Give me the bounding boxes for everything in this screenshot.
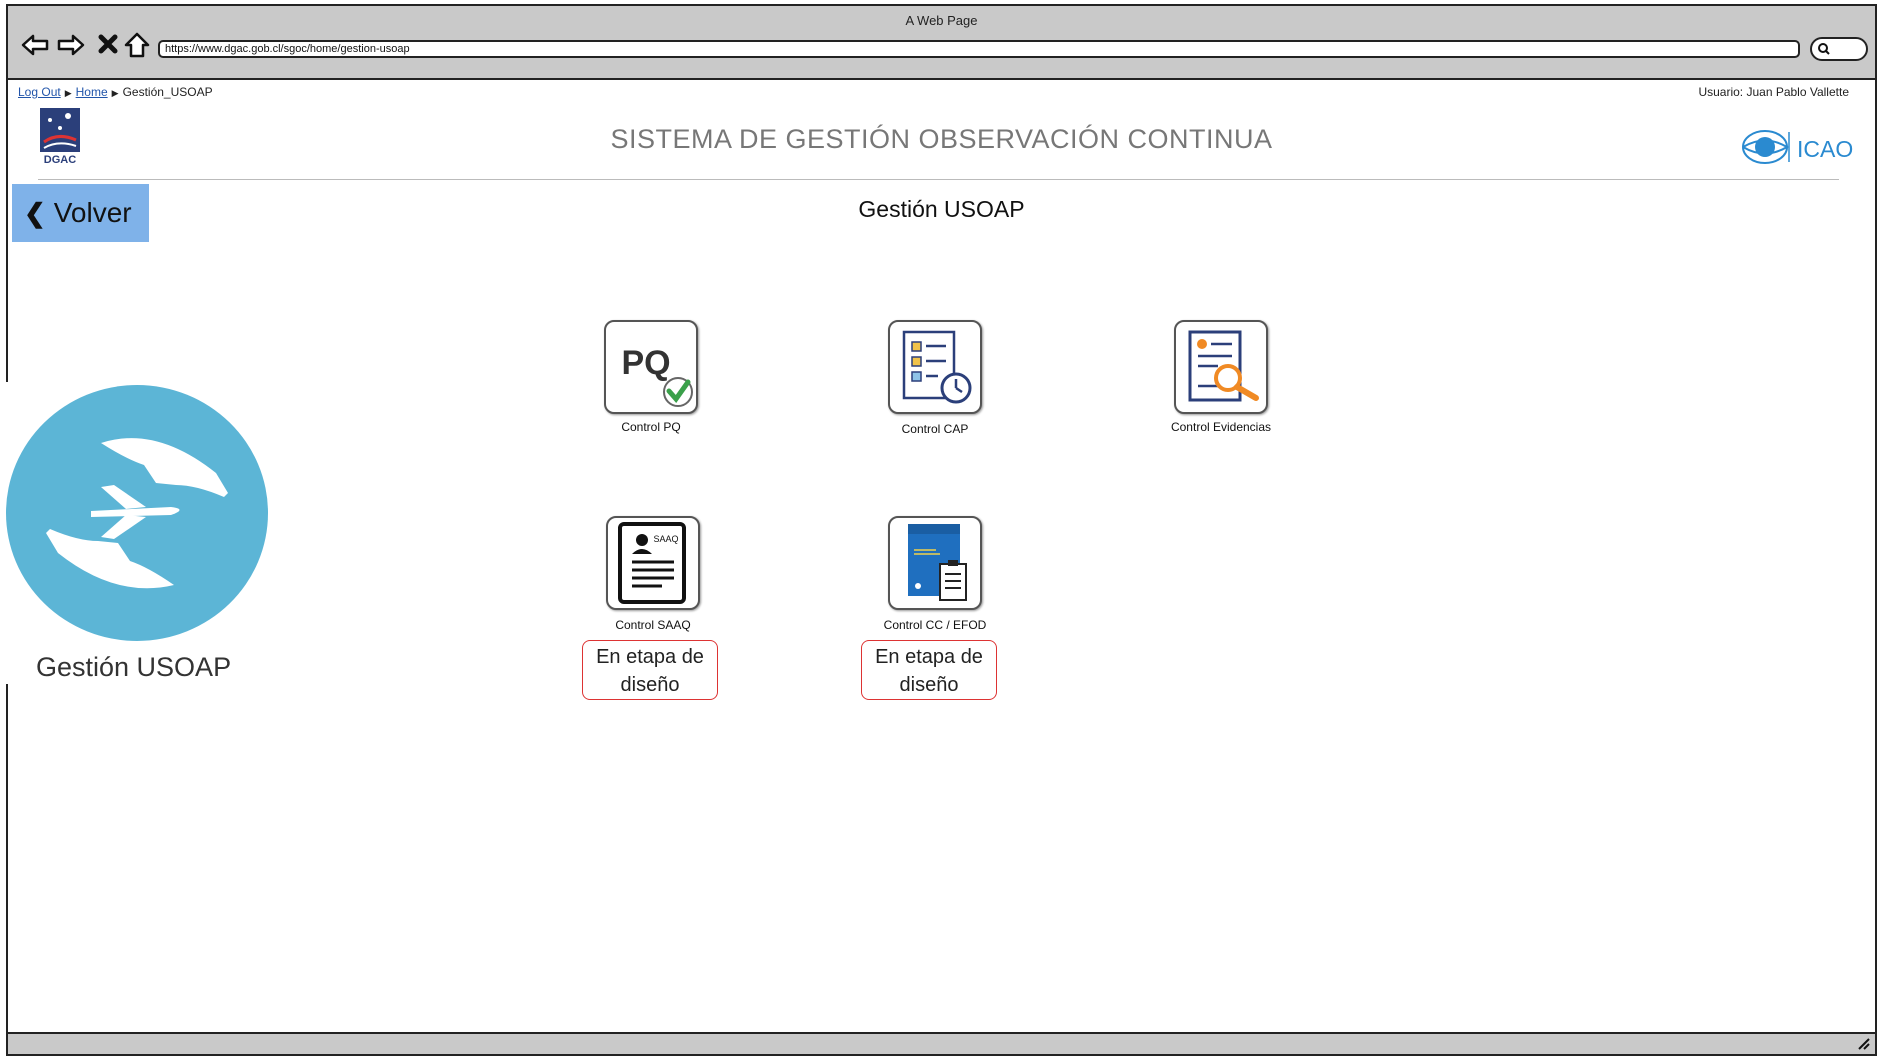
control-cc-efod-tile[interactable] bbox=[888, 516, 982, 610]
svg-text:DGAC: DGAC bbox=[44, 154, 76, 166]
hands-airplane-icon bbox=[46, 438, 228, 589]
gestion-usoap-circle bbox=[6, 385, 268, 641]
address-bar[interactable]: https://www.dgac.gob.cl/sgoc/home/gestio… bbox=[158, 40, 1800, 58]
control-cc-efod-label: Control CC / EFOD bbox=[883, 618, 987, 632]
manual-clipboard-icon bbox=[908, 524, 967, 601]
back-arrow-icon[interactable] bbox=[20, 30, 50, 60]
breadcrumb-home-link[interactable]: Home bbox=[76, 85, 108, 99]
control-cap-label: Control CAP bbox=[901, 422, 969, 436]
window-title: A Web Page bbox=[905, 13, 978, 28]
chevron-right-icon: ▶ bbox=[111, 88, 119, 98]
forward-arrow-icon[interactable] bbox=[56, 30, 86, 60]
control-saaq-tile[interactable]: SAAQ bbox=[606, 516, 700, 610]
design-stage-note: En etapa de diseño bbox=[861, 640, 997, 700]
browser-chrome: A Web Page https://www.dgac.gob.cl/sgoc/… bbox=[8, 6, 1875, 80]
svg-text:PQ: PQ bbox=[621, 344, 670, 382]
svg-text:SAAQ: SAAQ bbox=[653, 534, 678, 544]
header-divider bbox=[38, 179, 1839, 180]
breadcrumb: Log Out ▶ Home ▶ Gestión_USOAP bbox=[18, 85, 213, 99]
user-label: Usuario: Juan Pablo Vallette bbox=[1698, 85, 1849, 99]
breadcrumb-current: Gestión_USOAP bbox=[122, 85, 213, 99]
control-cap-tile[interactable] bbox=[888, 320, 982, 414]
status-bar bbox=[8, 1032, 1875, 1054]
gestion-usoap-title: Gestión USOAP bbox=[36, 652, 232, 682]
control-evidencias-label: Control Evidencias bbox=[1170, 420, 1272, 434]
checklist-stopwatch-icon bbox=[902, 330, 972, 404]
icao-emblem-icon bbox=[1742, 130, 1790, 164]
saaq-form-icon: SAAQ bbox=[618, 522, 686, 604]
icao-text: ICAO bbox=[1797, 136, 1854, 162]
chevron-right-icon: ▶ bbox=[64, 88, 72, 98]
control-saaq-label: Control SAAQ bbox=[615, 618, 691, 632]
breadcrumb-logout-link[interactable]: Log Out bbox=[18, 85, 61, 99]
close-icon[interactable] bbox=[94, 30, 124, 60]
document-magnifier-icon bbox=[1188, 330, 1259, 402]
control-pq-label: Control PQ bbox=[621, 420, 681, 434]
gestion-usoap-card: Gestión USOAP bbox=[0, 382, 272, 684]
control-evidencias-tile[interactable] bbox=[1174, 320, 1268, 414]
design-stage-note: En etapa de diseño bbox=[582, 640, 718, 700]
search-box[interactable] bbox=[1810, 37, 1868, 61]
system-title: SISTEMA DE GESTIÓN OBSERVACIÓN CONTINUA bbox=[610, 124, 1273, 154]
control-pq-tile[interactable]: PQ bbox=[604, 320, 698, 414]
search-icon bbox=[1818, 43, 1830, 55]
page-heading: Gestión USOAP bbox=[858, 196, 1025, 222]
pq-check-icon: PQ bbox=[621, 344, 693, 407]
resize-handle-icon[interactable] bbox=[1857, 1037, 1871, 1051]
browser-window: A Web Page https://www.dgac.gob.cl/sgoc/… bbox=[6, 4, 1877, 1056]
home-icon[interactable] bbox=[122, 30, 152, 60]
